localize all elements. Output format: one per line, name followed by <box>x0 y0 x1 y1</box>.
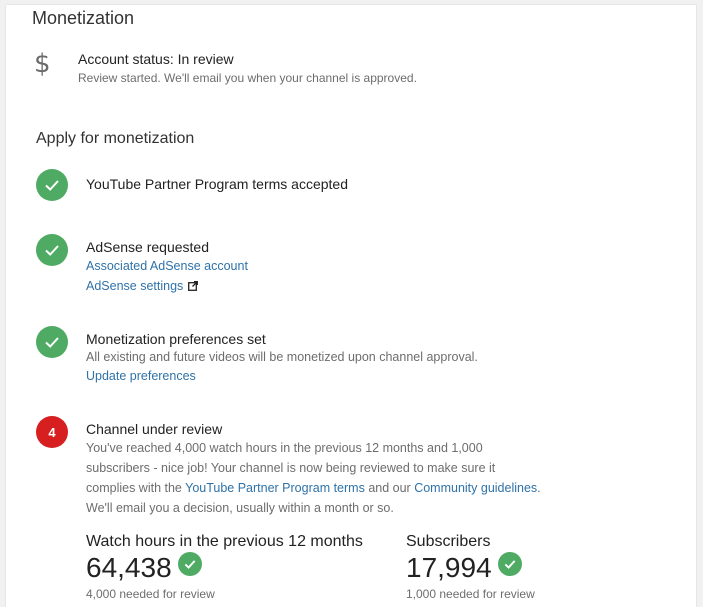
review-text-line: We'll email you a decision, usually with… <box>86 501 394 515</box>
check-icon <box>36 169 68 201</box>
adsense-settings-link[interactable]: AdSense settings <box>86 279 183 293</box>
check-icon <box>497 552 522 576</box>
subscribers-value: 17,994 <box>406 552 492 583</box>
watch-hours-label: Watch hours in the previous 12 months <box>86 533 363 550</box>
check-icon <box>36 326 68 358</box>
associated-adsense-link[interactable]: Associated AdSense account <box>86 259 248 273</box>
adsense-settings-row: AdSense settings <box>86 279 199 294</box>
watch-hours-note: 4,000 needed for review <box>86 587 215 601</box>
subscribers-value-row: 17,994 <box>406 551 535 585</box>
dollar-icon: $ <box>34 49 51 79</box>
account-status-title: Account status: In review <box>78 51 234 67</box>
page-title: Monetization <box>32 8 135 28</box>
review-text-line: You've reached 4,000 watch hours in the … <box>86 441 483 455</box>
review-text-fragment: . <box>537 481 541 495</box>
subscribers-stat: Subscribers 17,994 1,000 needed for revi… <box>406 533 535 601</box>
review-text-line: subscribers - nice job! Your channel is … <box>86 461 496 475</box>
community-guidelines-link[interactable]: Community guidelines <box>414 481 537 495</box>
account-status-description: Review started. We'll email you when you… <box>78 71 417 85</box>
watch-hours-value: 64,438 <box>86 552 172 583</box>
step-title: AdSense requested <box>86 239 209 255</box>
subscribers-note: 1,000 needed for review <box>406 587 535 601</box>
external-link-icon[interactable] <box>188 280 199 294</box>
check-icon <box>177 552 202 576</box>
step-description: All existing and future videos will be m… <box>86 350 478 364</box>
step-title: Channel under review <box>86 421 223 437</box>
check-icon <box>36 234 68 266</box>
review-text-fragment: and our <box>364 481 415 495</box>
step-title: YouTube Partner Program terms accepted <box>86 176 348 192</box>
subscribers-label: Subscribers <box>406 533 491 550</box>
apply-heading: Apply for monetization <box>36 130 195 147</box>
update-preferences-link[interactable]: Update preferences <box>86 369 196 383</box>
watch-hours-stat: Watch hours in the previous 12 months 64… <box>86 533 363 601</box>
partner-program-terms-link[interactable]: YouTube Partner Program terms <box>185 481 365 495</box>
review-text-line: complies with the YouTube Partner Progra… <box>86 478 541 498</box>
step-number-badge: 4 <box>36 416 68 448</box>
page: Monetization $ Account status: In review… <box>0 0 703 607</box>
review-text-fragment: complies with the <box>86 481 186 495</box>
step-number: 4 <box>48 424 56 440</box>
watch-hours-value-row: 64,438 <box>86 551 363 585</box>
monetization-card: Monetization $ Account status: In review… <box>6 5 696 607</box>
step-title: Monetization preferences set <box>86 331 266 347</box>
